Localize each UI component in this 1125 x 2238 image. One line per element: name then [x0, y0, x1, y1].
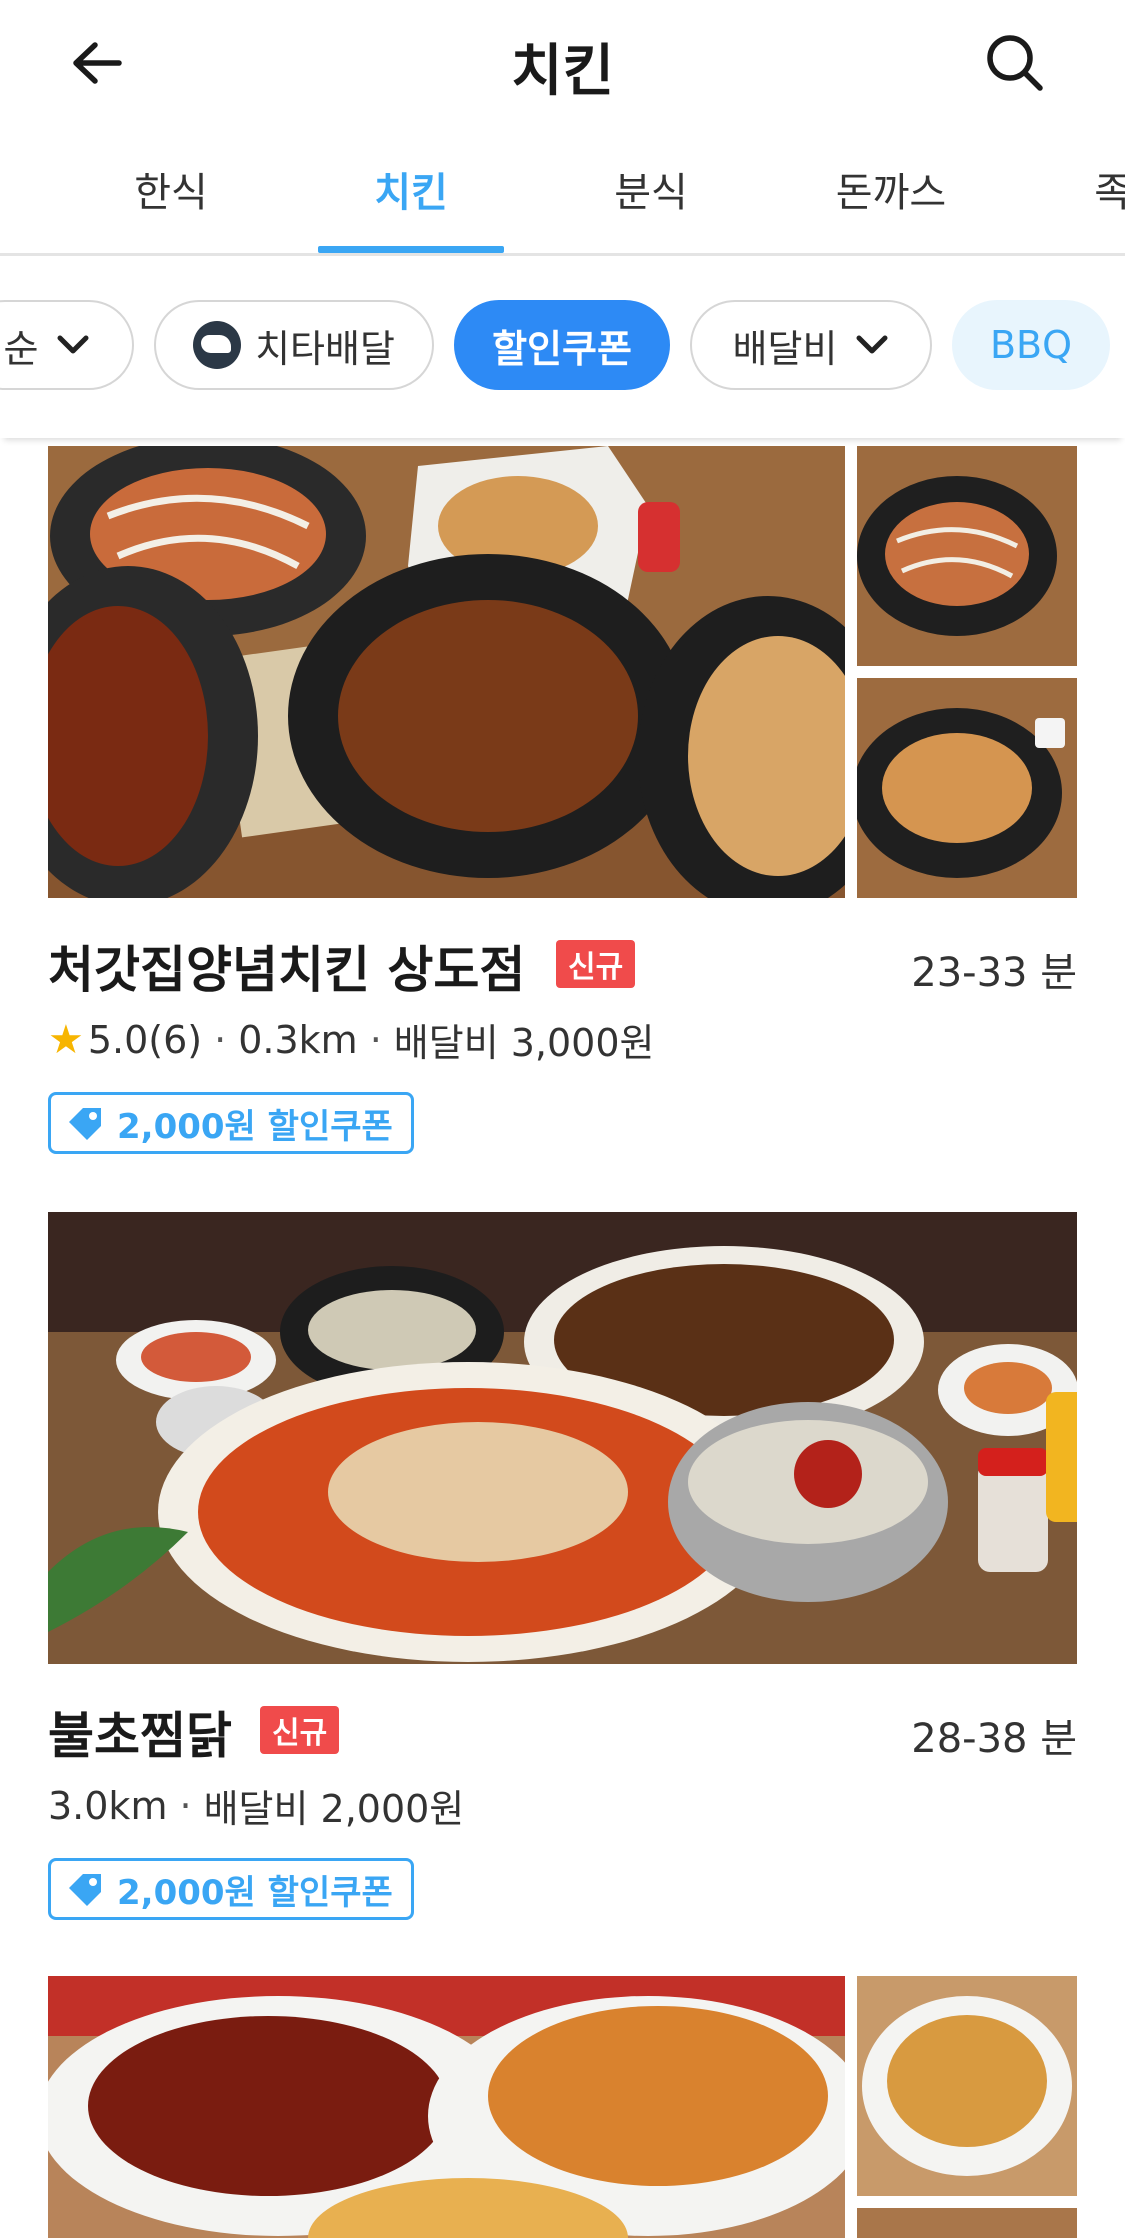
distance: 0.3km: [238, 1017, 358, 1062]
chevron-down-icon: [56, 334, 90, 356]
tag-icon: [67, 1106, 103, 1140]
new-badge: 신규: [556, 940, 636, 988]
restaurant-side-photo: [857, 2208, 1077, 2238]
restaurant-side-photo: [857, 1976, 1077, 2196]
top-bar: 치킨: [0, 0, 1125, 130]
tab-donkatsu[interactable]: 돈까스: [796, 160, 986, 218]
restaurant-meta: ★ 5.0(6) · 0.3km · 배달비 3,000원: [48, 1012, 655, 1067]
rating: 5.0(6): [87, 1017, 203, 1062]
cheetah-icon: [193, 321, 242, 369]
separator: ·: [369, 1017, 382, 1062]
delivery-time: 23-33 분: [911, 950, 1077, 996]
restaurant-name: 불초찜닭: [48, 1707, 232, 1765]
delivery-fee: 배달비 2,000원: [203, 1787, 465, 1831]
delivery-fee: 배달비 3,000원: [393, 1021, 655, 1065]
brand-bbq-label: BBQ: [989, 323, 1073, 367]
restaurant-card[interactable]: [0, 1976, 1125, 2238]
restaurant-main-photo: [48, 1976, 845, 2238]
tag-icon: [67, 1872, 103, 1906]
coupon-text: 2,000원 할인쿠폰: [117, 1872, 393, 1913]
tab-korean[interactable]: 한식: [76, 160, 266, 218]
separator: ·: [214, 1017, 227, 1062]
restaurant-card[interactable]: 처갓집양념치킨 상도점 신규 23-33 분 ★ 5.0(6) · 0.3km …: [0, 446, 1125, 1166]
tab-bunsik[interactable]: 분식: [556, 160, 746, 218]
delivery-fee-chip[interactable]: 배달비: [690, 300, 932, 390]
restaurant-meta: 3.0km · 배달비 2,000원: [48, 1778, 464, 1833]
star-icon: ★: [48, 1016, 84, 1063]
search-button[interactable]: [980, 28, 1050, 98]
coupon-badge: 2,000원 할인쿠폰: [48, 1092, 414, 1154]
sort-filter-label: 순: [3, 326, 39, 371]
new-badge: 신규: [260, 1706, 340, 1754]
restaurant-main-photo: [48, 1212, 1077, 1664]
tab-chicken[interactable]: 치킨: [316, 160, 506, 218]
chevron-down-icon: [855, 334, 889, 356]
separator: ·: [179, 1783, 192, 1828]
cheetah-delivery-label: 치타배달: [255, 326, 395, 371]
restaurant-name: 처갓집양념치킨 상도점: [48, 941, 526, 999]
delivery-time: 28-38 분: [911, 1716, 1077, 1762]
filter-bar: 순 치타배달 할인쿠폰 배달비 BBQ: [0, 258, 1125, 438]
coupon-text: 2,000원 할인쿠폰: [117, 1106, 393, 1147]
restaurant-side-photo: [857, 446, 1077, 666]
distance: 3.0km: [48, 1783, 168, 1828]
delivery-fee-label: 배달비: [732, 326, 838, 371]
page-title: 치킨: [510, 39, 615, 104]
restaurant-card[interactable]: 불초찜닭 신규 28-38 분 3.0km · 배달비 2,000원 2,000…: [0, 1212, 1125, 1932]
category-tabs: 한식 치킨 분식 돈까스 족발: [0, 140, 1125, 256]
search-icon: [987, 35, 1043, 91]
discount-coupon-chip[interactable]: 할인쿠폰: [454, 300, 670, 390]
cheetah-delivery-chip[interactable]: 치타배달: [154, 300, 434, 390]
discount-coupon-label: 할인쿠폰: [492, 326, 632, 371]
active-tab-indicator: [318, 246, 504, 253]
sort-filter-chip[interactable]: 순: [0, 300, 134, 390]
restaurant-side-photo: [857, 678, 1077, 898]
restaurant-main-photo: [48, 446, 845, 898]
tab-jokbal[interactable]: 족발: [1036, 160, 1125, 218]
coupon-badge: 2,000원 할인쿠폰: [48, 1858, 414, 1920]
brand-bbq-chip[interactable]: BBQ: [952, 300, 1110, 390]
